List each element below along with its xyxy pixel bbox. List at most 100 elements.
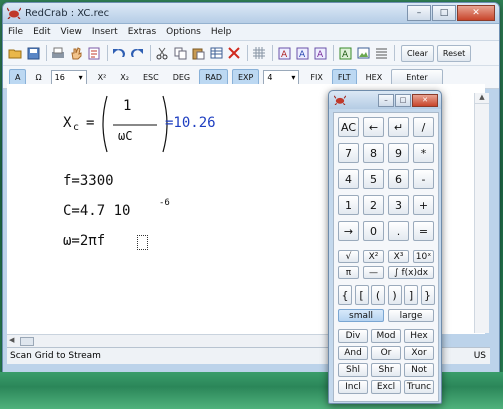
copy-icon[interactable] — [172, 45, 188, 61]
menu-extras[interactable]: Extras — [123, 27, 161, 37]
calc-func-key[interactable]: √ — [338, 250, 359, 263]
calc-key[interactable]: 5 — [363, 169, 384, 189]
redo-icon[interactable] — [129, 45, 145, 61]
calc-key[interactable]: 8 — [363, 143, 384, 163]
paste-icon[interactable] — [190, 45, 206, 61]
calc-key[interactable]: 4 — [338, 169, 359, 189]
calc-key[interactable]: 7 — [338, 143, 359, 163]
subscript-button[interactable]: X₂ — [115, 70, 134, 85]
calc-bracket-key[interactable]: [ — [354, 285, 369, 305]
font-size-select[interactable]: 16 ▾ — [50, 69, 87, 85]
calculator-title-bar[interactable]: – □ ✕ — [329, 91, 441, 109]
calc-key[interactable]: - — [413, 169, 434, 189]
calc-op-key[interactable]: Incl — [338, 380, 368, 394]
font-a-icon[interactable]: A — [276, 45, 292, 61]
calc-op-key[interactable]: Hex — [404, 329, 434, 343]
calc-func-key[interactable]: 10ˣ — [413, 250, 434, 263]
calc-op-key[interactable]: Or — [371, 346, 401, 360]
flt-button[interactable]: FLT — [331, 68, 357, 86]
calc-key[interactable]: → — [338, 221, 359, 241]
calc-key[interactable]: . — [388, 221, 409, 241]
minimize-button[interactable]: – — [407, 5, 431, 21]
save-icon[interactable] — [25, 45, 41, 61]
calc-key[interactable]: AC — [338, 117, 359, 137]
close-button[interactable]: ✕ — [457, 5, 495, 21]
clear-button[interactable]: Clear — [401, 44, 434, 62]
calc-bracket-key[interactable]: ] — [404, 285, 418, 305]
superscript-button[interactable]: X² — [93, 70, 112, 85]
calc-key[interactable]: + — [413, 195, 434, 215]
calc-maximize-button[interactable]: □ — [395, 93, 411, 107]
hand-icon[interactable] — [68, 45, 84, 61]
calc-key[interactable]: ← — [363, 117, 384, 137]
calc-key[interactable]: / — [413, 117, 434, 137]
calc-bracket-key[interactable]: ( — [371, 285, 385, 305]
calc-op-key[interactable]: And — [338, 346, 368, 360]
calc-key[interactable]: 2 — [363, 195, 384, 215]
menu-help[interactable]: Help — [206, 27, 237, 37]
calc-bracket-key[interactable]: } — [420, 285, 435, 305]
menu-options[interactable]: Options — [161, 27, 206, 37]
grid-icon[interactable] — [251, 45, 267, 61]
calc-key[interactable]: 9 — [388, 143, 409, 163]
calc-key[interactable]: * — [413, 143, 434, 163]
calc-op-key[interactable]: Excl — [371, 380, 401, 394]
maximize-button[interactable]: □ — [432, 5, 456, 21]
title-bar[interactable]: RedCrab : XC.rec – □ ✕ — [3, 3, 499, 24]
omega-button[interactable]: Ω — [30, 70, 46, 85]
calc-fraction-key[interactable]: — — [363, 266, 384, 279]
font-b-icon[interactable]: A — [294, 45, 310, 61]
open-icon[interactable] — [7, 45, 23, 61]
calc-minimize-button[interactable]: – — [378, 93, 394, 107]
enter-button[interactable]: Enter — [391, 68, 443, 86]
vertical-scrollbar[interactable]: ▲ — [474, 93, 489, 333]
font-c-icon[interactable]: A — [312, 45, 328, 61]
calc-func-key[interactable]: X³ — [388, 250, 409, 263]
calc-integral-key[interactable]: ∫ f(x)dx — [388, 266, 434, 279]
deg-button[interactable]: DEG — [168, 70, 195, 85]
image-icon[interactable] — [355, 45, 371, 61]
scroll-thumb[interactable] — [20, 337, 34, 346]
hex-button[interactable]: HEX — [361, 70, 388, 85]
calc-key[interactable]: ↵ — [388, 117, 409, 137]
calc-func-key[interactable]: X² — [363, 250, 384, 263]
calc-small-toggle[interactable]: small — [338, 309, 384, 322]
calc-bracket-key[interactable]: { — [338, 285, 352, 305]
calc-op-key[interactable]: Shl — [338, 363, 368, 377]
calc-key[interactable]: 1 — [338, 195, 359, 215]
calc-close-button[interactable]: ✕ — [412, 93, 438, 107]
calc-pi-key[interactable]: π — [338, 266, 359, 279]
calc-large-toggle[interactable]: large — [388, 309, 434, 322]
scroll-left-icon[interactable]: ◀ — [9, 336, 17, 345]
print-icon[interactable] — [50, 45, 66, 61]
calc-bracket-key[interactable]: ) — [387, 285, 402, 305]
esc-button[interactable]: ESC — [138, 70, 164, 85]
calc-key[interactable]: 6 — [388, 169, 409, 189]
exp-button[interactable]: EXP — [232, 68, 260, 86]
text-a-icon[interactable]: A — [337, 45, 353, 61]
calc-op-key[interactable]: Trunc — [404, 380, 434, 394]
delete-icon[interactable] — [226, 45, 242, 61]
calc-op-key[interactable]: Shr — [371, 363, 401, 377]
input-cursor-box[interactable] — [137, 235, 148, 250]
fix-button[interactable]: FIX — [305, 70, 327, 85]
font-a-button[interactable]: A — [9, 68, 27, 86]
properties-icon[interactable] — [86, 45, 102, 61]
menu-edit[interactable]: Edit — [28, 27, 55, 37]
calc-op-key[interactable]: Not — [404, 363, 434, 377]
calc-key[interactable]: = — [413, 221, 434, 241]
digits-select[interactable]: 4 ▾ — [263, 69, 300, 85]
calc-op-key[interactable]: Xor — [404, 346, 434, 360]
calc-op-key[interactable]: Mod — [371, 329, 401, 343]
rad-button[interactable]: RAD — [199, 68, 228, 86]
cut-icon[interactable] — [154, 45, 170, 61]
calc-key[interactable]: 3 — [388, 195, 409, 215]
menu-file[interactable]: File — [3, 27, 28, 37]
calc-key[interactable]: 0 — [363, 221, 384, 241]
menu-view[interactable]: View — [56, 27, 87, 37]
table-icon[interactable] — [208, 45, 224, 61]
lines-icon[interactable] — [373, 45, 389, 61]
scroll-up-icon[interactable]: ▲ — [475, 93, 489, 104]
menu-insert[interactable]: Insert — [87, 27, 123, 37]
reset-button[interactable]: Reset — [436, 44, 472, 62]
